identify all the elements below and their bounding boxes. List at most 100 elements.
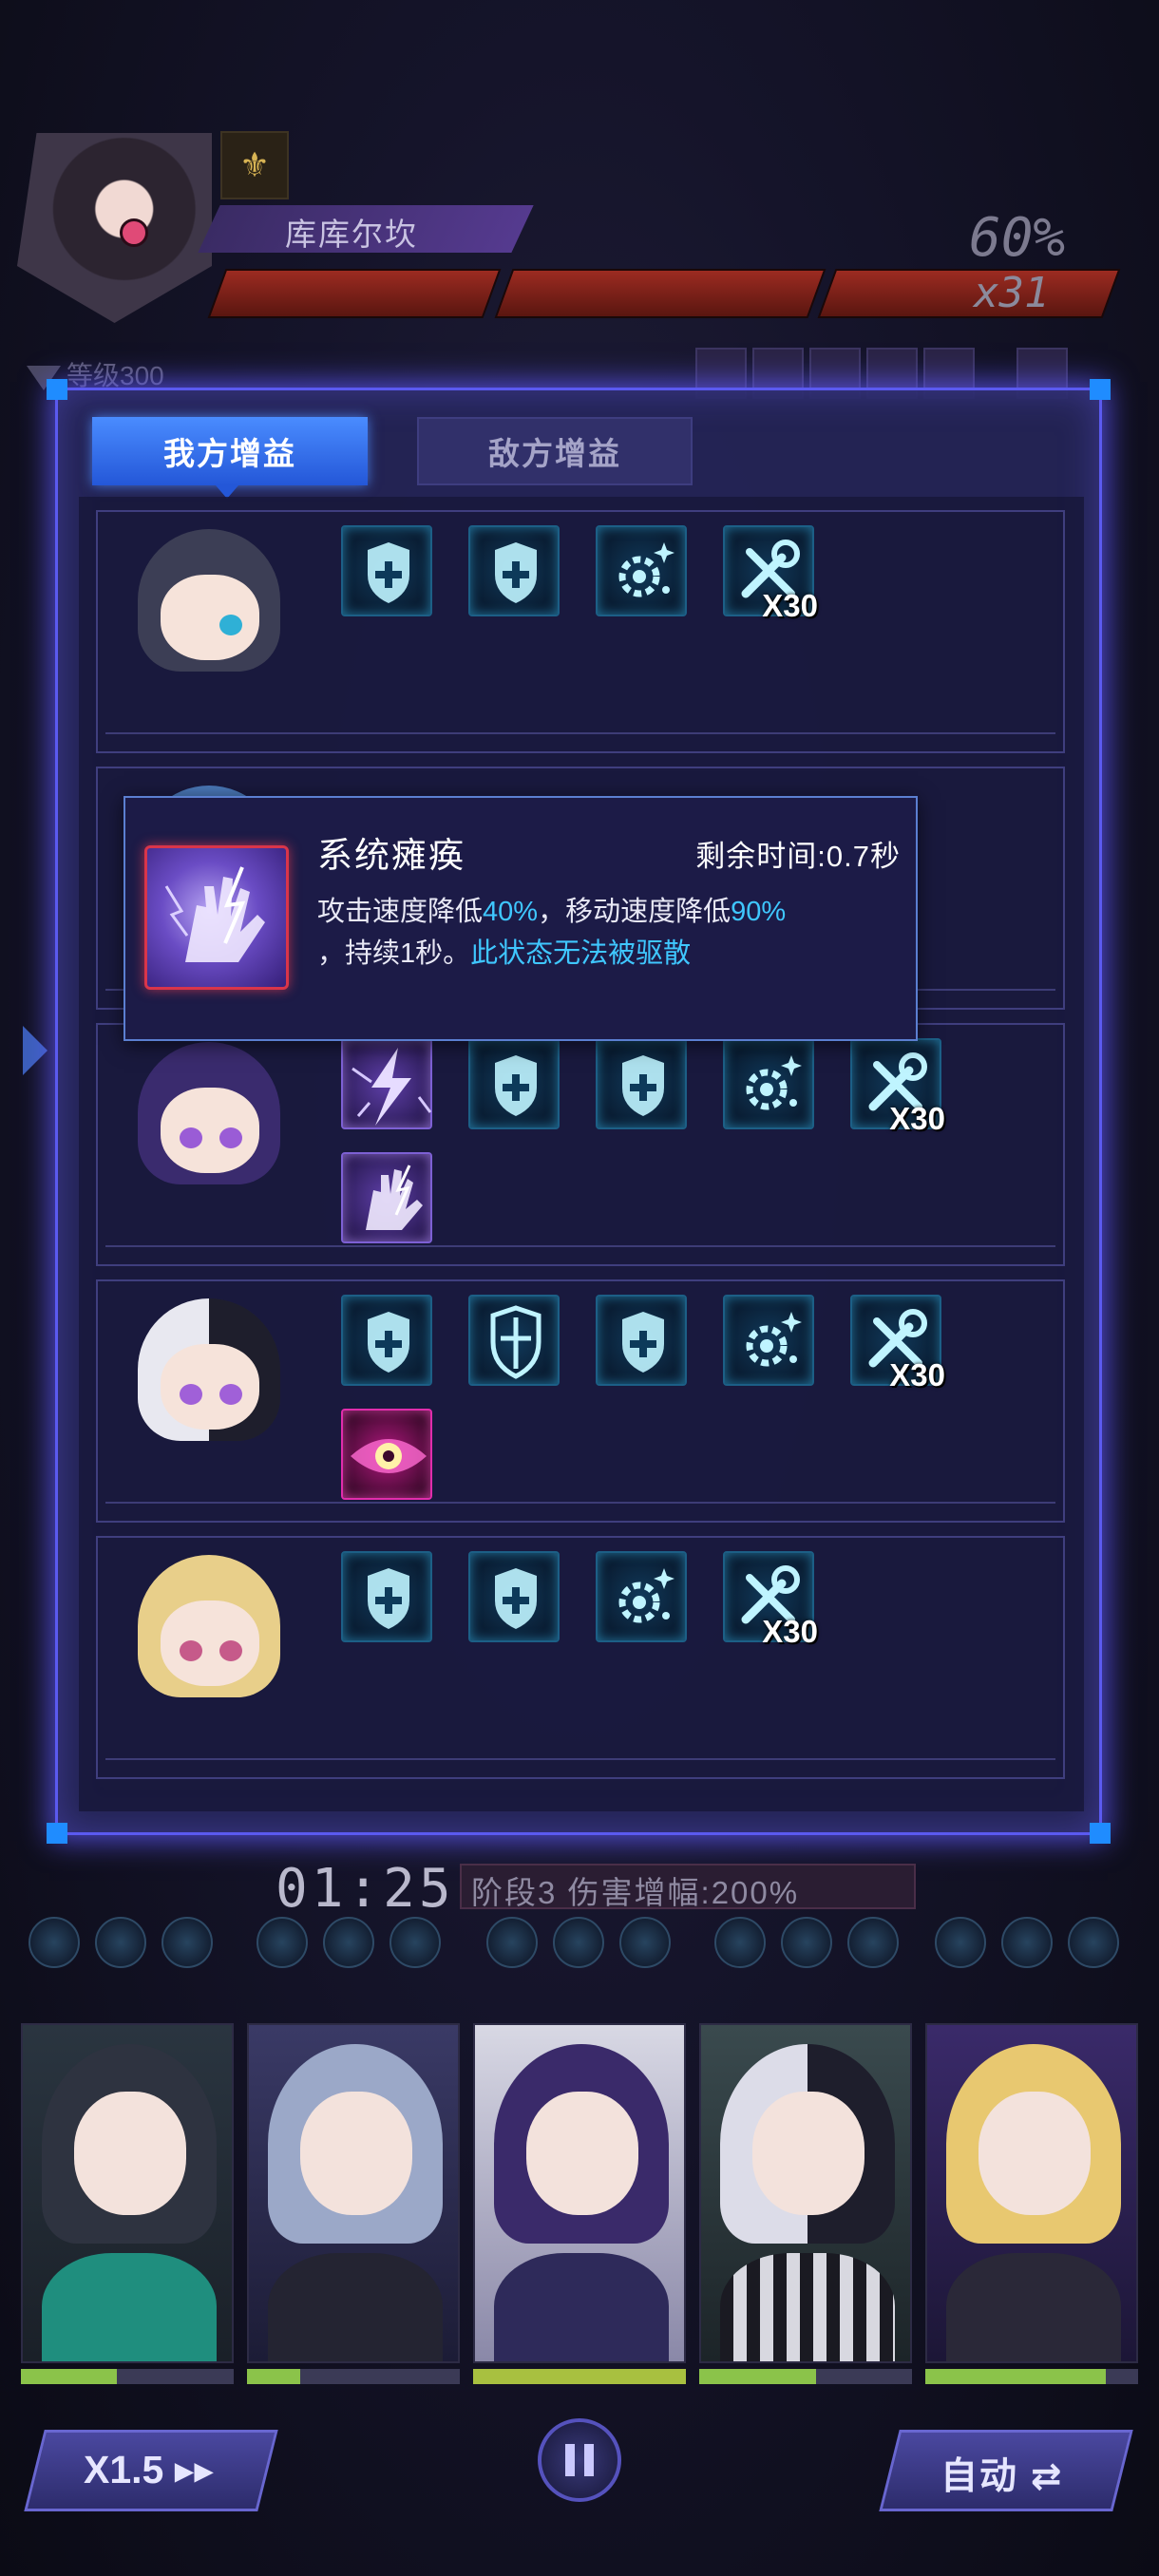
shocked-hand-icon[interactable] bbox=[341, 1152, 432, 1243]
team-buff-icon bbox=[390, 1917, 441, 1968]
team-buff-icon bbox=[323, 1917, 374, 1968]
shield-cross-icon[interactable] bbox=[468, 1295, 560, 1386]
tab-enemy-buffs[interactable]: 敌方增益 bbox=[417, 417, 693, 485]
team-buff-icon bbox=[935, 1917, 986, 1968]
character-card[interactable] bbox=[21, 2023, 234, 2363]
gear-sparkle-icon[interactable] bbox=[723, 1038, 814, 1129]
shield-plus-icon[interactable] bbox=[468, 525, 560, 616]
energy-bar bbox=[21, 2369, 234, 2384]
pause-icon bbox=[584, 2444, 594, 2476]
tab-ally-buffs[interactable]: 我方增益 bbox=[92, 417, 368, 499]
team-buff-icon bbox=[847, 1917, 899, 1968]
game-screen: ⚜ 库库尔坎 60% x31 等级300 我方增益 敌方增益 X30 X30 X… bbox=[0, 0, 1159, 2576]
shield-plus-icon[interactable] bbox=[341, 525, 432, 616]
desc-value: 90% bbox=[731, 897, 787, 927]
desc-text: ，持续1秒。 bbox=[317, 938, 471, 969]
avatar-face bbox=[161, 1601, 259, 1686]
desc-highlight: 此状态无法被驱散 bbox=[470, 938, 692, 969]
gear-sparkle-icon[interactable] bbox=[723, 1295, 814, 1386]
shield-plus-icon[interactable] bbox=[341, 1551, 432, 1642]
energy-bar bbox=[247, 2369, 460, 2384]
avatar-face bbox=[161, 1344, 259, 1430]
boss-name: 库库尔坎 bbox=[285, 217, 418, 252]
team-buff-icon bbox=[1068, 1917, 1119, 1968]
battle-timer: 01:25 bbox=[276, 1858, 455, 1920]
avatar bbox=[121, 1545, 301, 1716]
desc-value: 40% bbox=[483, 897, 539, 927]
wrench-icon[interactable]: X30 bbox=[850, 1038, 945, 1136]
shield-plus-icon[interactable] bbox=[596, 1038, 687, 1129]
avatar-eye bbox=[180, 1384, 202, 1405]
energy-fill bbox=[247, 2369, 300, 2384]
buff-tooltip: 系统瘫痪 剩余时间:0.7秒 攻击速度降低40%，移动速度降低90% ，持续1秒。… bbox=[124, 796, 918, 1041]
gear-sparkle-icon[interactable] bbox=[596, 525, 687, 616]
speed-button-label: X1.5 ▸▸ bbox=[84, 2448, 214, 2491]
team-buff-icon bbox=[162, 1917, 213, 1968]
team-buff-icon bbox=[486, 1917, 538, 1968]
desc-text: ，移动速度降低 bbox=[538, 897, 732, 927]
avatar-eye bbox=[180, 1127, 202, 1148]
boss-hp-segment bbox=[207, 269, 502, 318]
avatar-eye bbox=[180, 1640, 202, 1661]
card-face bbox=[74, 2092, 186, 2215]
panel-corner bbox=[47, 379, 67, 400]
boss-level-label: 等级300 bbox=[66, 361, 164, 390]
boss-hp-percent: 60% bbox=[969, 207, 1066, 269]
shield-plus-icon[interactable] bbox=[341, 1295, 432, 1386]
energy-fill bbox=[925, 2369, 1107, 2384]
character-card[interactable] bbox=[925, 2023, 1138, 2363]
tooltip-title: 系统瘫痪 bbox=[317, 836, 466, 875]
avatar bbox=[121, 520, 301, 691]
team-buff-icon bbox=[553, 1917, 604, 1968]
side-arrow-icon[interactable] bbox=[23, 1026, 48, 1075]
boss-eye-icon bbox=[120, 218, 148, 247]
avatar-eye bbox=[219, 1640, 242, 1661]
boss-hp-segment bbox=[817, 269, 1121, 318]
eye-icon[interactable] bbox=[341, 1409, 432, 1500]
avatar-eye bbox=[219, 615, 242, 635]
buff-stack-count: X30 bbox=[889, 1101, 945, 1136]
panel-corner bbox=[1090, 379, 1111, 400]
panel-corner bbox=[1090, 1823, 1111, 1844]
boss-hp-segment bbox=[494, 269, 826, 318]
character-card[interactable] bbox=[473, 2023, 686, 2363]
card-face bbox=[526, 2092, 638, 2215]
stage-info: 阶段3 伤害增幅:200% bbox=[471, 1875, 800, 1910]
character-card[interactable] bbox=[699, 2023, 912, 2363]
energy-bar bbox=[699, 2369, 912, 2384]
wrench-icon[interactable]: X30 bbox=[723, 1551, 818, 1649]
avatar bbox=[121, 1289, 301, 1460]
wrench-icon[interactable]: X30 bbox=[850, 1295, 945, 1392]
gear-sparkle-icon[interactable] bbox=[596, 1551, 687, 1642]
buff-panel: 我方增益 敌方增益 X30 X30 X30 X30 bbox=[47, 379, 1111, 1844]
buff-stack-count: X30 bbox=[889, 1357, 945, 1392]
energy-bar bbox=[925, 2369, 1138, 2384]
card-body bbox=[268, 2253, 443, 2361]
shield-plus-icon[interactable] bbox=[596, 1295, 687, 1386]
energy-fill bbox=[699, 2369, 817, 2384]
card-body bbox=[720, 2253, 895, 2361]
tooltip-remaining-time: 剩余时间:0.7秒 bbox=[695, 840, 901, 873]
auto-button-label: 自动 ⇄ bbox=[940, 2456, 1064, 2497]
card-face bbox=[752, 2092, 864, 2215]
list-item bbox=[96, 1536, 1065, 1779]
buff-stack-count: X30 bbox=[762, 1614, 818, 1649]
lightning-icon[interactable] bbox=[341, 1038, 432, 1129]
boss-rank-emblem-icon: ⚜ bbox=[220, 131, 289, 199]
list-item bbox=[96, 510, 1065, 753]
energy-fill bbox=[473, 2369, 686, 2384]
team-buff-icon bbox=[28, 1917, 80, 1968]
buff-stack-count: X30 bbox=[762, 588, 818, 623]
shocked-hand-icon bbox=[144, 845, 289, 990]
panel-corner bbox=[47, 1823, 67, 1844]
pause-button[interactable] bbox=[538, 2418, 621, 2502]
team-buff-icon bbox=[781, 1917, 832, 1968]
shield-plus-icon[interactable] bbox=[468, 1551, 560, 1642]
wrench-icon[interactable]: X30 bbox=[723, 525, 818, 623]
team-buff-icon bbox=[714, 1917, 766, 1968]
shield-plus-icon[interactable] bbox=[468, 1038, 560, 1129]
energy-fill bbox=[21, 2369, 117, 2384]
card-face bbox=[978, 2092, 1091, 2215]
boss-hp-multiplier: x31 bbox=[974, 269, 1050, 317]
character-card[interactable] bbox=[247, 2023, 460, 2363]
